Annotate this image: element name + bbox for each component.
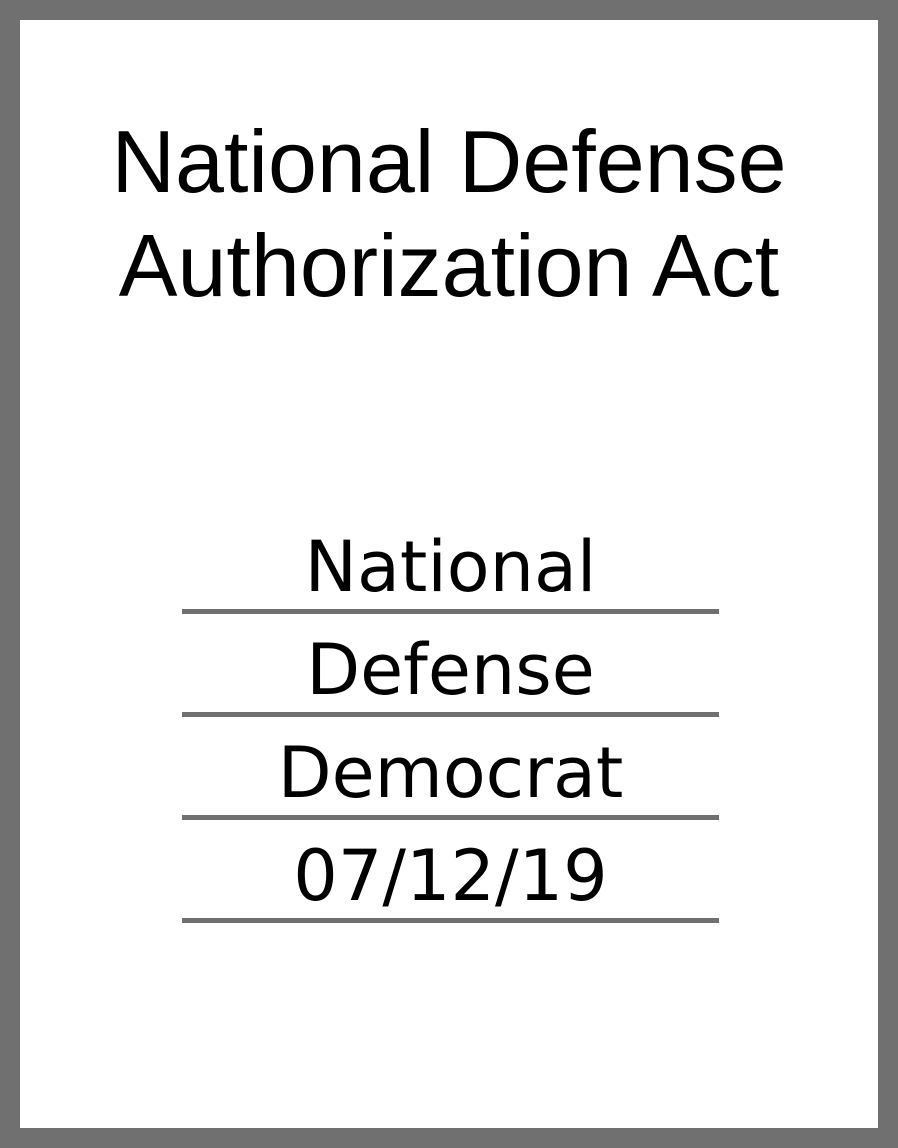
field-value: Defense [306, 629, 595, 711]
field-row: Defense [182, 611, 719, 717]
field-value: National [304, 526, 597, 608]
field-list: National Defense Democrat 07/12/19 [182, 508, 719, 923]
title-line-2: Authorization Act [118, 216, 780, 315]
field-row: 07/12/19 [182, 817, 719, 923]
field-underline [182, 918, 719, 923]
field-row: Democrat [182, 714, 719, 820]
field-row: National [182, 508, 719, 614]
field-value: Democrat [277, 732, 624, 814]
document-card: National Defense Authorization Act Natio… [0, 0, 898, 1148]
field-value: 07/12/19 [293, 835, 608, 917]
title-line-1: National Defense [111, 112, 787, 211]
document-title: National Defense Authorization Act [20, 110, 878, 318]
